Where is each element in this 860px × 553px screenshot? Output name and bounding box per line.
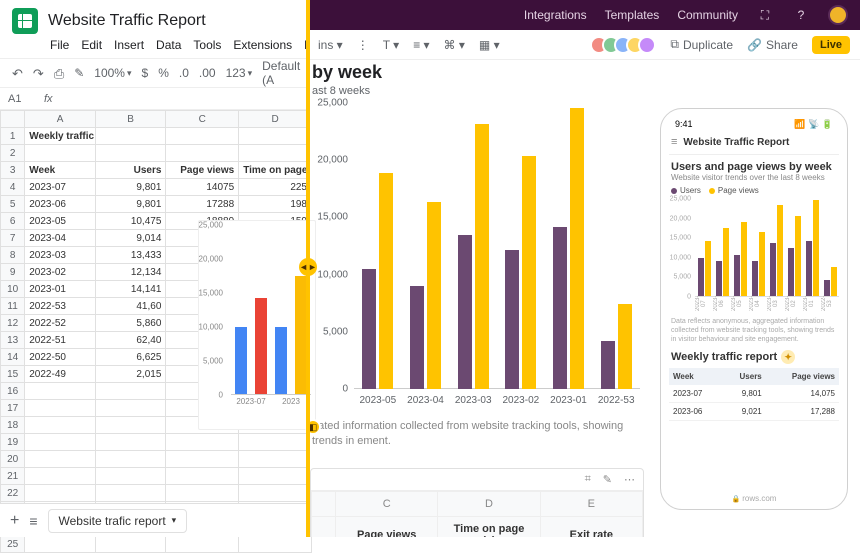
link-tool[interactable]: ⌘ ▾ xyxy=(444,38,465,52)
decrease-decimal[interactable]: .0 xyxy=(179,66,189,80)
menu-file[interactable]: File xyxy=(50,38,69,52)
format-percent[interactable]: % xyxy=(158,66,169,80)
menu-icon[interactable] xyxy=(671,136,677,148)
nav-community[interactable]: Community xyxy=(677,8,738,22)
print-icon[interactable] xyxy=(54,66,64,80)
align-format[interactable]: ≡ ▾ xyxy=(413,38,429,52)
nav-templates[interactable]: Templates xyxy=(605,8,660,22)
rows-topnav: Integrations Templates Community ⛶ ? xyxy=(308,0,860,30)
menu-tools[interactable]: Tools xyxy=(193,38,221,52)
sheets-toolbar: 100%▾ $ % .0 .00 123▾ Default (A xyxy=(0,58,312,88)
filter-icon[interactable]: ⌗ xyxy=(585,473,591,486)
rows-sheet[interactable]: ⌗ ✎ ⋯ C D E Page views Time on pa xyxy=(310,468,644,537)
sheet-tab[interactable]: Website trafic report▾ xyxy=(48,509,188,533)
format-currency[interactable]: $ xyxy=(142,66,149,80)
redo-icon[interactable] xyxy=(33,66,44,80)
font-select[interactable]: Default (A xyxy=(262,59,300,87)
sheets-footer: Website trafic report▾ xyxy=(0,503,312,537)
phone-chart-title: Users and page views by week xyxy=(669,155,839,173)
col-header: C xyxy=(166,111,239,128)
split-handle-icon[interactable] xyxy=(299,258,317,276)
phone-doc-title: Website Traffic Report xyxy=(683,137,789,148)
phone-mock: 9:41 📶 📡 🔋 Website Traffic Report Users … xyxy=(660,108,848,510)
table-tool[interactable]: ▦ ▾ xyxy=(479,38,500,52)
menu-edit[interactable]: Edit xyxy=(81,38,102,52)
menu-extensions[interactable]: Extensions xyxy=(233,38,292,52)
gift-icon[interactable]: ⛶ xyxy=(756,6,774,24)
col-header: D xyxy=(239,111,312,128)
zoom-select[interactable]: 100%▾ xyxy=(94,66,131,80)
chart-note: gated information collected from website… xyxy=(310,413,644,462)
nav-integrations[interactable]: Integrations xyxy=(524,8,587,22)
add-sheet-button[interactable] xyxy=(10,512,19,530)
sheets-menubar: File Edit Insert Data Tools Extensions H… xyxy=(0,36,312,58)
name-box[interactable]: A1 xyxy=(8,93,38,105)
phone-section-title: Weekly traffic report✦ xyxy=(669,350,839,368)
sheets-logo-icon xyxy=(12,8,38,34)
chart-title: by week xyxy=(310,60,644,85)
rows-toolbar: ins ▾ ⋮ T ▾ ≡ ▾ ⌘ ▾ ▦ ▾ ⧉ Duplicate 🔗 Sh… xyxy=(308,30,860,60)
mini-chart-overlay[interactable]: 25,00020,00015,00010,0005,0000 2023-0720… xyxy=(198,220,316,430)
col-header: A xyxy=(25,111,96,128)
phone-chart-sub: Website visitor trends over the last 8 w… xyxy=(669,173,839,186)
paint-format-icon[interactable] xyxy=(74,66,84,80)
spark-icon: ✦ xyxy=(781,350,795,364)
chart-legend: Users Page views xyxy=(669,186,839,199)
menu-insert[interactable]: Insert xyxy=(114,38,144,52)
phone-chart-note: Data reflects anonymous, aggregated info… xyxy=(669,313,839,350)
doc-title[interactable]: Website Traffic Report xyxy=(48,12,206,30)
help-icon[interactable]: ? xyxy=(792,6,810,24)
number-format[interactable]: 123▾ xyxy=(226,66,253,80)
phone-status-icons: 📶 📡 🔋 xyxy=(794,119,833,130)
live-button[interactable]: Live xyxy=(812,36,850,54)
all-sheets-button[interactable] xyxy=(29,513,37,529)
fx-label: fx xyxy=(44,93,53,105)
menu-data[interactable]: Data xyxy=(156,38,181,52)
text-format[interactable]: T ▾ xyxy=(383,38,399,52)
chart-subtitle: ast 8 weeks xyxy=(310,85,644,103)
main-chart[interactable]: 05,00010,00015,00020,00025,000 2023-0520… xyxy=(310,103,644,413)
more-icon[interactable]: ⋯ xyxy=(624,473,635,486)
phone-chart[interactable]: 05,00010,00015,00020,00025,000 2023-0720… xyxy=(669,199,839,311)
undo-icon[interactable] xyxy=(12,66,23,80)
phone-footer: rows.com xyxy=(669,488,839,503)
tool-divider: ⋮ xyxy=(357,38,369,52)
increase-decimal[interactable]: .00 xyxy=(199,66,216,80)
col-header: B xyxy=(95,111,166,128)
avatar[interactable] xyxy=(828,5,848,25)
duplicate-button[interactable]: ⧉ Duplicate xyxy=(670,37,733,52)
share-button[interactable]: 🔗 Share xyxy=(747,38,798,52)
rows-app: Integrations Templates Community ⛶ ? ins… xyxy=(308,0,860,537)
phone-table[interactable]: Week Users Page views 2023-079,80114,075… xyxy=(669,368,839,421)
dropdown-ins[interactable]: ins ▾ xyxy=(318,38,343,52)
phone-time: 9:41 xyxy=(675,119,693,130)
edit-icon[interactable]: ✎ xyxy=(603,473,612,486)
presence-avatars[interactable] xyxy=(596,36,656,54)
